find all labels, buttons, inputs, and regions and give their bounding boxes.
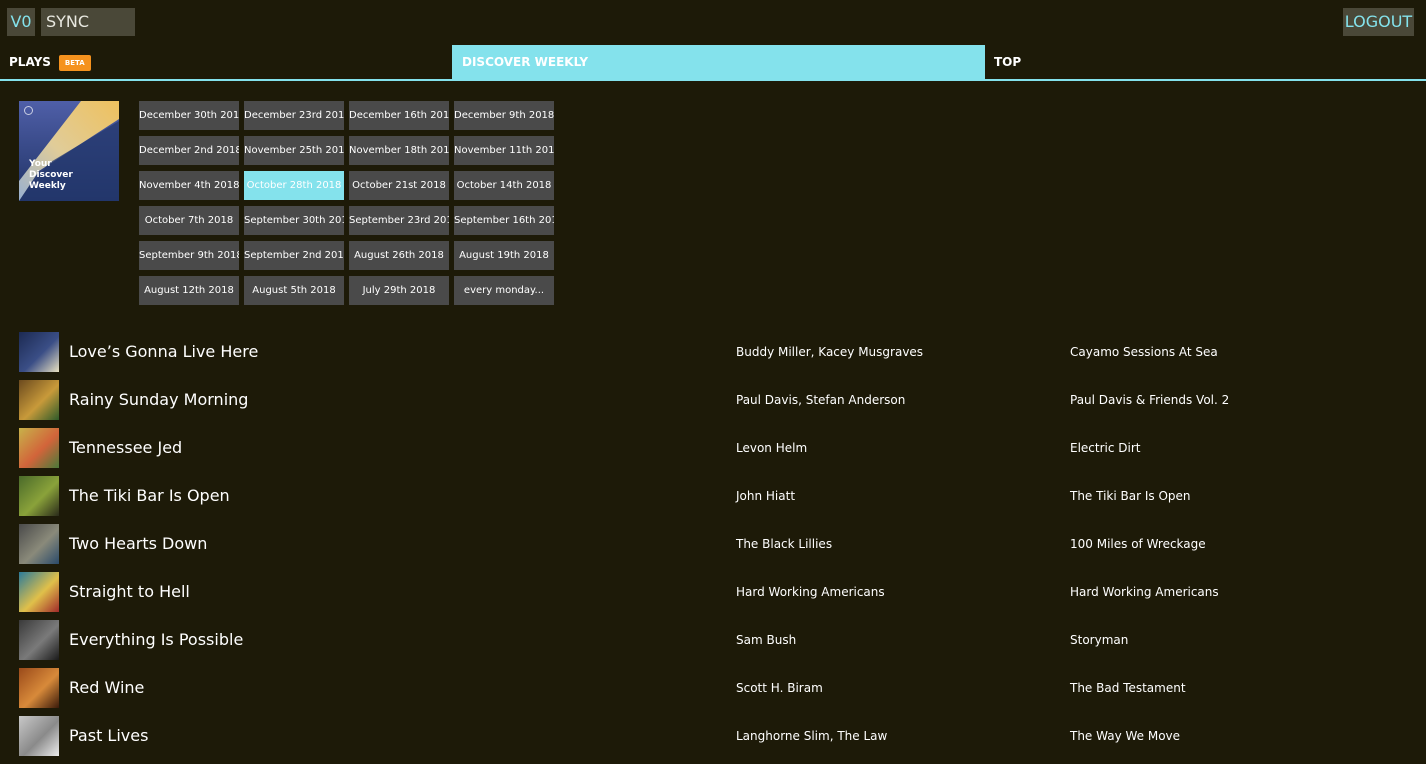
album-thumbnail bbox=[19, 332, 59, 372]
week-button[interactable]: August 19th 2018 bbox=[454, 241, 554, 270]
week-button[interactable]: November 18th 2018 bbox=[349, 136, 449, 165]
track-artist: Langhorne Slim, The Law bbox=[736, 729, 888, 743]
tab-plays-label: PLAYS bbox=[9, 55, 51, 69]
track-album: Cayamo Sessions At Sea bbox=[1070, 345, 1218, 359]
week-button[interactable]: December 30th 2018 bbox=[139, 101, 239, 130]
track-title: Rainy Sunday Morning bbox=[69, 390, 249, 409]
track-album: 100 Miles of Wreckage bbox=[1070, 537, 1206, 551]
track-title: Love’s Gonna Live Here bbox=[69, 342, 259, 361]
nav-bar: PLAYS BETA DISCOVER WEEKLY TOP bbox=[0, 45, 1426, 81]
week-button[interactable]: November 4th 2018 bbox=[139, 171, 239, 200]
track-album: The Tiki Bar Is Open bbox=[1070, 489, 1191, 503]
track-artist: Scott H. Biram bbox=[736, 681, 823, 695]
track-album: Storyman bbox=[1070, 633, 1129, 647]
album-thumbnail bbox=[19, 716, 59, 756]
week-button[interactable]: November 25th 2018 bbox=[244, 136, 344, 165]
track-title: The Tiki Bar Is Open bbox=[69, 486, 230, 505]
track-row[interactable]: Straight to Hell Hard Working Americans Ha… bbox=[0, 572, 1426, 620]
tab-discover-weekly[interactable]: DISCOVER WEEKLY bbox=[452, 45, 985, 79]
track-row[interactable]: Tennessee Jed Levon Helm Electric Dirt bbox=[0, 428, 1426, 476]
week-button[interactable]: October 7th 2018 bbox=[139, 206, 239, 235]
week-button[interactable]: December 23rd 2018 bbox=[244, 101, 344, 130]
track-title: Tennessee Jed bbox=[69, 438, 183, 457]
track-row[interactable]: Rainy Sunday Morning Paul Davis, Stefan A… bbox=[0, 380, 1426, 428]
week-button[interactable]: August 12th 2018 bbox=[139, 276, 239, 305]
tab-plays[interactable]: PLAYS BETA bbox=[0, 45, 452, 79]
discover-weekly-cover: Your Discover Weekly bbox=[19, 101, 119, 201]
track-title: Past Lives bbox=[69, 726, 149, 745]
track-title: Straight to Hell bbox=[69, 582, 190, 601]
week-button[interactable]: October 21st 2018 bbox=[349, 171, 449, 200]
album-thumbnail bbox=[19, 428, 59, 468]
track-artist: Hard Working Americans bbox=[736, 585, 885, 599]
spotify-icon bbox=[24, 106, 33, 115]
track-artist: Paul Davis, Stefan Anderson bbox=[736, 393, 906, 407]
track-album: Electric Dirt bbox=[1070, 441, 1141, 455]
tab-top[interactable]: TOP bbox=[985, 45, 1426, 79]
track-row[interactable]: Past Lives Langhorne Slim, The Law The Way… bbox=[0, 716, 1426, 764]
cover-caption: Your Discover Weekly bbox=[29, 159, 73, 191]
album-thumbnail bbox=[19, 572, 59, 612]
track-row[interactable]: Love’s Gonna Live Here Buddy Miller, Kace… bbox=[0, 332, 1426, 380]
track-row[interactable]: Two Hearts Down The Black Lillies 100 Mile… bbox=[0, 524, 1426, 572]
track-album: The Bad Testament bbox=[1070, 681, 1186, 695]
week-button[interactable]: September 16th 2018 bbox=[454, 206, 554, 235]
week-button[interactable]: December 9th 2018 bbox=[454, 101, 554, 130]
week-button[interactable]: September 23rd 2018 bbox=[349, 206, 449, 235]
week-button[interactable]: September 2nd 2018 bbox=[244, 241, 344, 270]
sync-button[interactable]: SYNC bbox=[41, 8, 135, 36]
week-button[interactable]: every monday... bbox=[454, 276, 554, 305]
track-artist: John Hiatt bbox=[736, 489, 796, 503]
beta-badge: BETA bbox=[58, 55, 91, 71]
track-artist: The Black Lillies bbox=[736, 537, 833, 551]
track-title: Everything Is Possible bbox=[69, 630, 244, 649]
track-artist: Levon Helm bbox=[736, 441, 808, 455]
album-thumbnail bbox=[19, 668, 59, 708]
version-badge: V0 bbox=[7, 8, 35, 36]
track-row[interactable]: The Tiki Bar Is Open John Hiatt The Tiki B… bbox=[0, 476, 1426, 524]
week-button[interactable]: November 11th 2018 bbox=[454, 136, 554, 165]
track-row[interactable]: Red Wine Scott H. Biram The Bad Testament bbox=[0, 668, 1426, 716]
track-album: Hard Working Americans bbox=[1070, 585, 1219, 599]
week-button[interactable]: September 30th 2018 bbox=[244, 206, 344, 235]
week-button[interactable]: October 14th 2018 bbox=[454, 171, 554, 200]
album-thumbnail bbox=[19, 380, 59, 420]
track-row[interactable]: Everything Is Possible Sam Bush Storyman bbox=[0, 620, 1426, 668]
week-button[interactable]: December 2nd 2018 bbox=[139, 136, 239, 165]
album-thumbnail bbox=[19, 476, 59, 516]
week-button-selected[interactable]: October 28th 2018 bbox=[244, 171, 344, 200]
logout-button[interactable]: LOGOUT bbox=[1343, 8, 1414, 36]
week-button[interactable]: September 9th 2018 bbox=[139, 241, 239, 270]
track-artist: Sam Bush bbox=[736, 633, 797, 647]
album-thumbnail bbox=[19, 620, 59, 660]
track-title: Red Wine bbox=[69, 678, 145, 697]
track-title: Two Hearts Down bbox=[69, 534, 208, 553]
week-button[interactable]: July 29th 2018 bbox=[349, 276, 449, 305]
week-button[interactable]: August 26th 2018 bbox=[349, 241, 449, 270]
track-artist: Buddy Miller, Kacey Musgraves bbox=[736, 345, 924, 359]
week-button[interactable]: December 16th 2018 bbox=[349, 101, 449, 130]
album-thumbnail bbox=[19, 524, 59, 564]
top-bar: V0 SYNC LOGOUT bbox=[0, 0, 1426, 44]
week-button[interactable]: August 5th 2018 bbox=[244, 276, 344, 305]
track-album: Paul Davis & Friends Vol. 2 bbox=[1070, 393, 1230, 407]
track-album: The Way We Move bbox=[1070, 729, 1181, 743]
